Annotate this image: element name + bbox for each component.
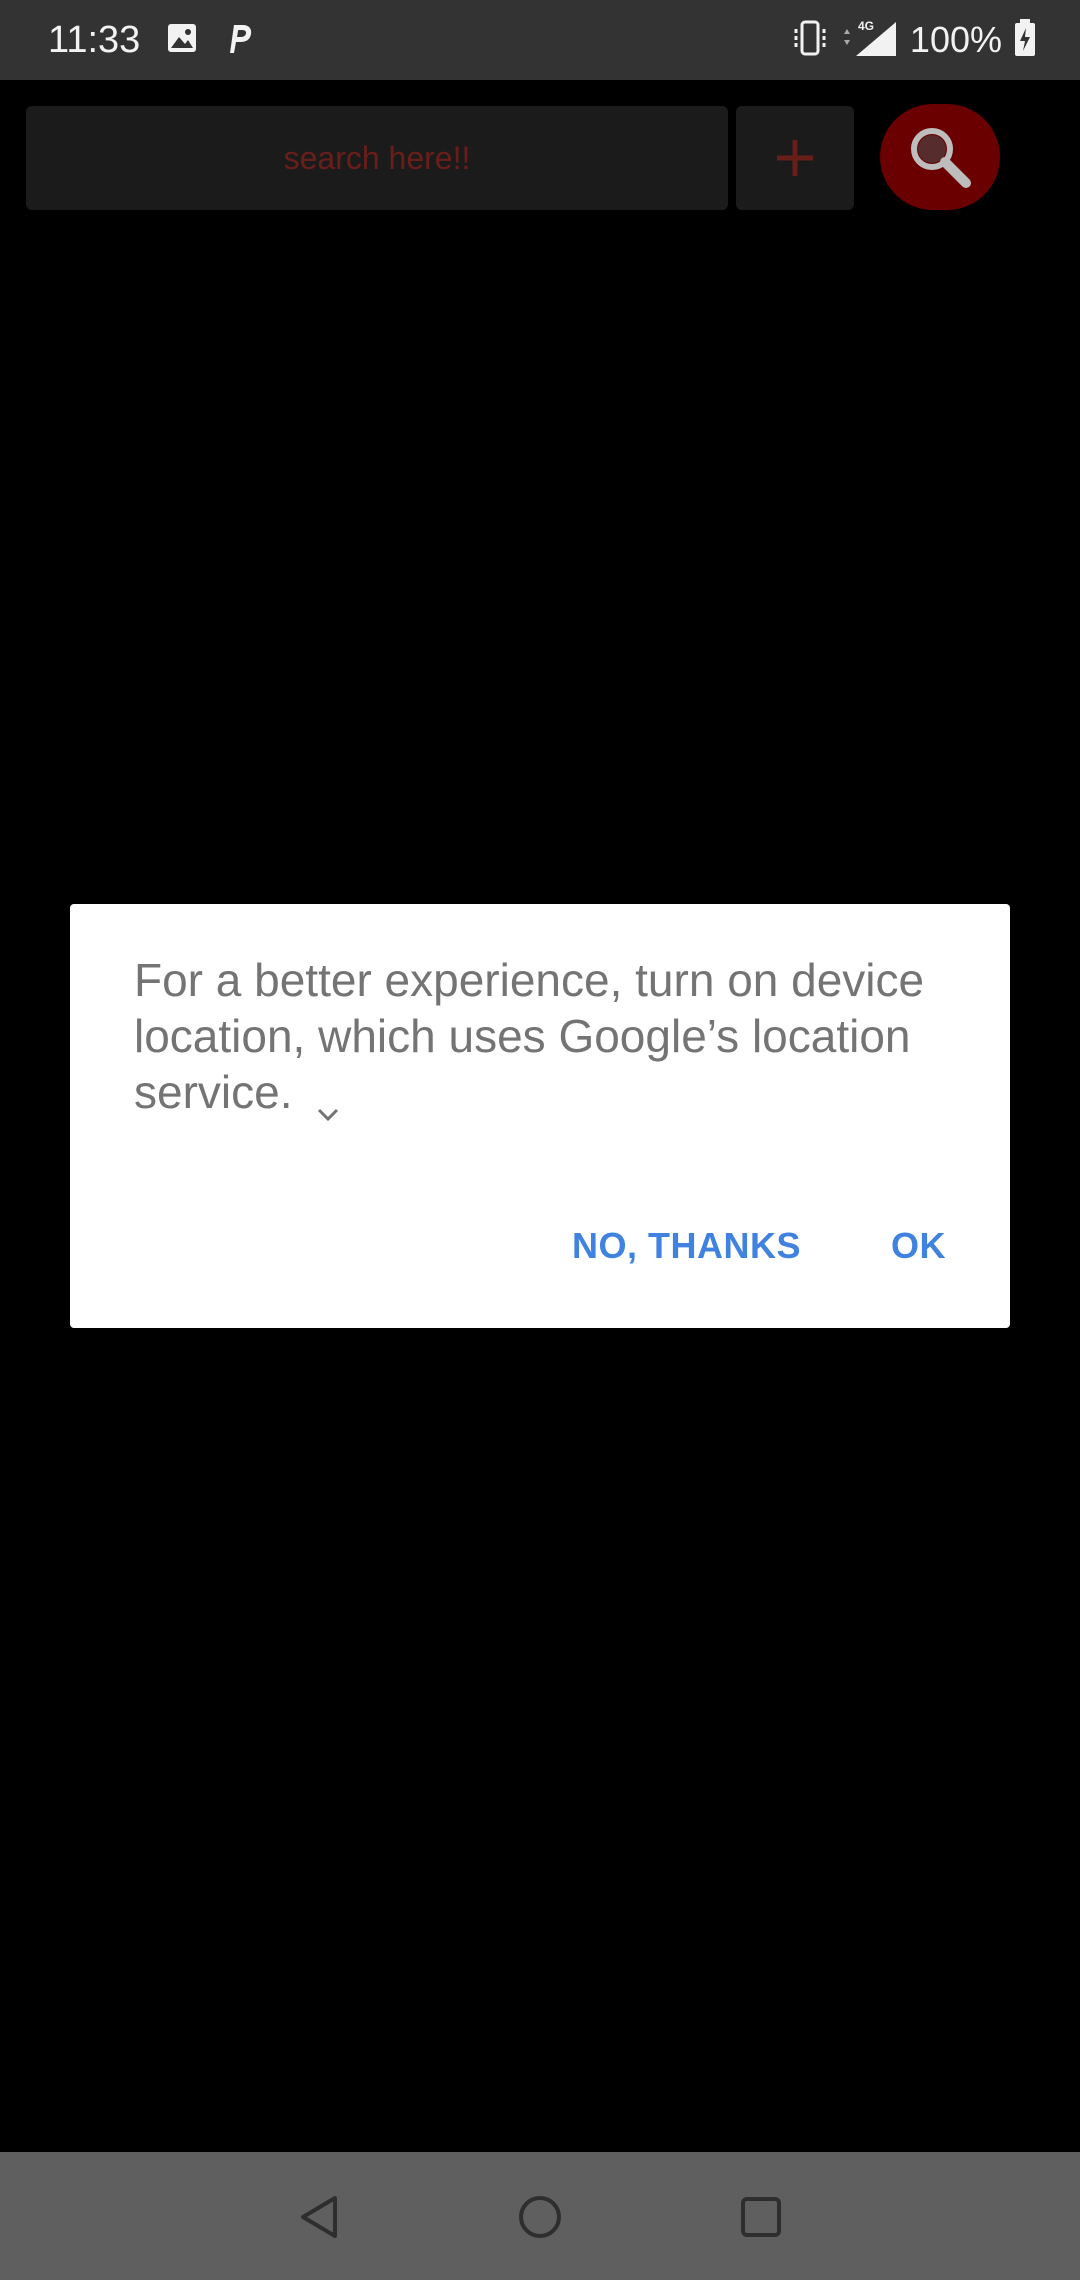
signal-4g-icon: 4G — [840, 18, 898, 63]
dialog-message: For a better experience, turn on device … — [134, 954, 925, 1118]
recents-button[interactable] — [726, 2182, 796, 2252]
chevron-down-icon[interactable] — [315, 1083, 341, 1121]
status-bar: 11:33 4G 100% — [0, 0, 1080, 80]
image-icon — [166, 22, 198, 59]
home-button[interactable] — [505, 2182, 575, 2252]
screen: 11:33 4G 100% search here!! For a better… — [0, 0, 1080, 2280]
back-icon — [301, 2196, 337, 2238]
status-right-icons: 4G 100% — [792, 16, 1036, 64]
status-time: 11:33 — [48, 19, 141, 61]
vibrate-icon — [792, 19, 828, 62]
status-left-icons — [166, 22, 254, 58]
back-button[interactable] — [285, 2182, 355, 2252]
battery-charging-icon — [1014, 18, 1036, 62]
home-icon — [519, 2196, 561, 2238]
recents-icon — [741, 2197, 781, 2237]
dialog-actions: NO, THANKS OK — [572, 1216, 946, 1276]
svg-text:4G: 4G — [858, 19, 874, 33]
dialog-message-container: For a better experience, turn on device … — [134, 952, 954, 1121]
no-thanks-button[interactable]: NO, THANKS — [572, 1216, 801, 1276]
navigation-bar — [0, 2152, 1080, 2280]
battery-percentage: 100% — [909, 19, 1002, 60]
location-dialog: For a better experience, turn on device … — [70, 904, 1010, 1328]
ok-button[interactable]: OK — [891, 1216, 946, 1276]
parking-icon — [224, 21, 254, 60]
